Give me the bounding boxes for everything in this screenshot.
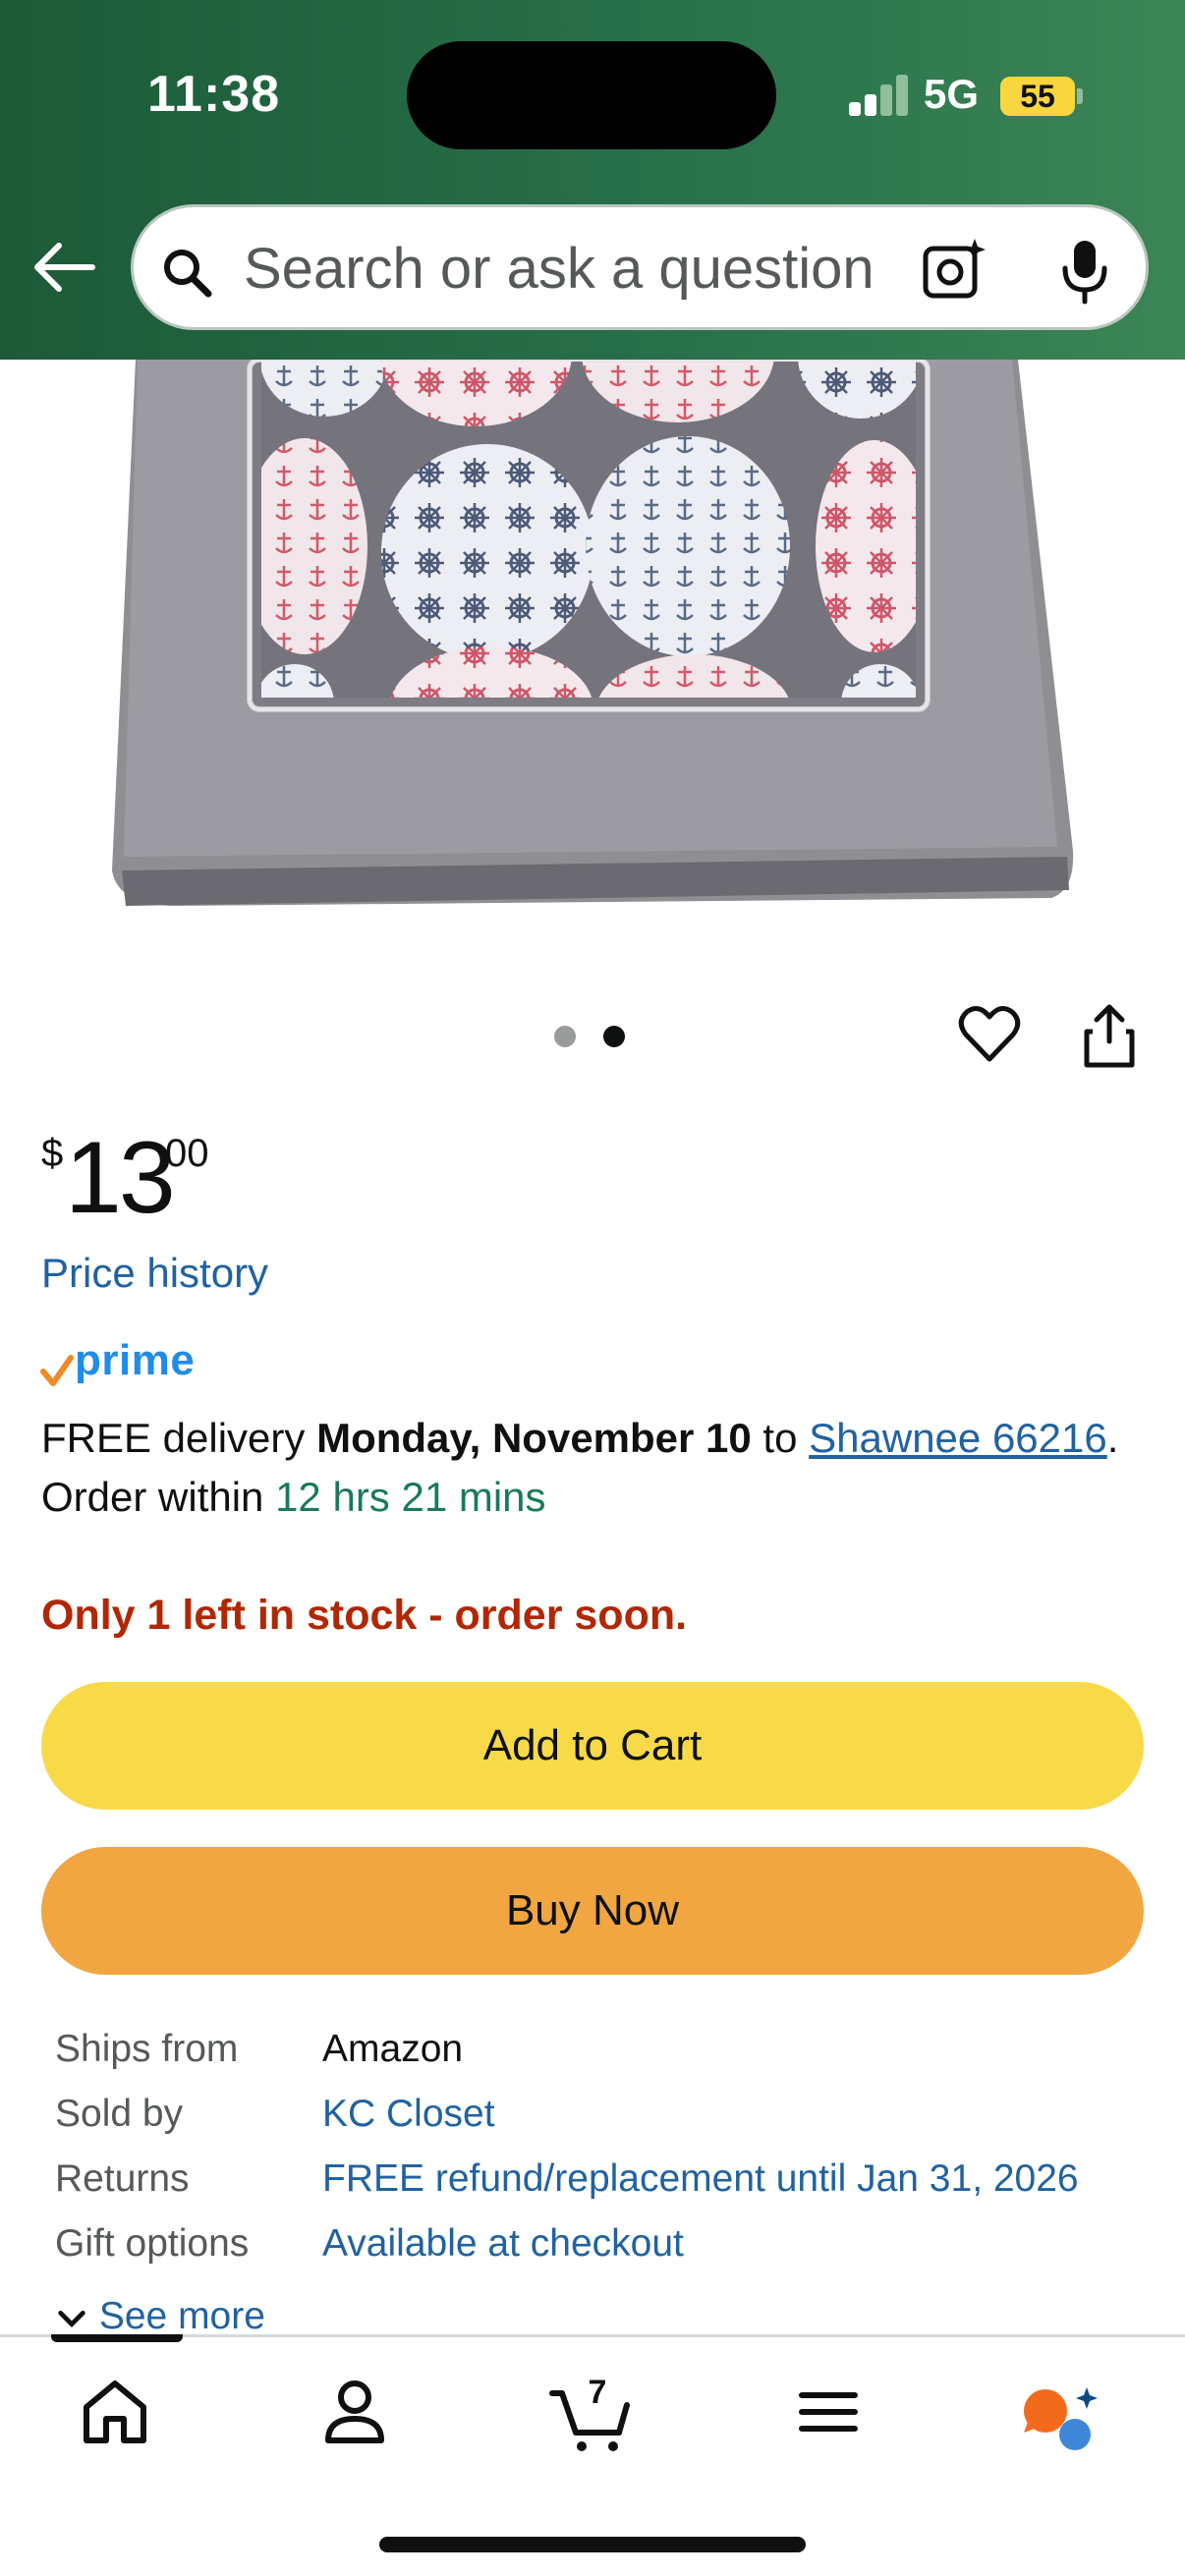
detail-label: Ships from bbox=[55, 2028, 239, 2070]
status-time: 11:38 bbox=[147, 66, 281, 123]
search-icon bbox=[159, 245, 214, 300]
camera-sparkle-icon[interactable] bbox=[920, 235, 988, 304]
battery-icon: 55 bbox=[1000, 77, 1075, 116]
home-indicator bbox=[379, 2537, 806, 2552]
detail-label: Returns bbox=[55, 2157, 190, 2200]
pagination-dot-1[interactable] bbox=[554, 1026, 576, 1047]
rufus-icon[interactable] bbox=[1016, 2368, 1104, 2456]
add-to-cart-button[interactable]: Add to Cart bbox=[41, 1682, 1144, 1810]
battery-cap bbox=[1077, 88, 1083, 104]
signal-icon bbox=[849, 75, 908, 116]
delivery-prefix: FREE delivery bbox=[41, 1415, 317, 1461]
menu-icon[interactable] bbox=[784, 2368, 873, 2456]
returns-link[interactable]: FREE refund/replacement until Jan 31, 20… bbox=[322, 2157, 1079, 2201]
price-fraction: 00 bbox=[165, 1132, 209, 1175]
cart-count: 7 bbox=[589, 2374, 607, 2411]
see-more-link[interactable]: See more bbox=[55, 2295, 265, 2334]
delivery-location-link[interactable]: Shawnee 66216 bbox=[809, 1415, 1107, 1461]
cart-icon[interactable]: 7 bbox=[546, 2368, 635, 2456]
see-more-label: See more bbox=[98, 2295, 265, 2334]
price-currency: $ bbox=[41, 1132, 64, 1175]
detail-label: Sold by bbox=[55, 2093, 184, 2135]
search-bar[interactable] bbox=[131, 204, 1149, 330]
detail-value: Amazon bbox=[322, 2028, 464, 2070]
stock-warning: Only 1 left in stock - order soon. bbox=[41, 1592, 688, 1639]
delivery-to: to bbox=[751, 1415, 810, 1461]
seller-link[interactable]: KC Closet bbox=[322, 2093, 495, 2136]
heart-icon[interactable] bbox=[957, 1002, 1022, 1067]
dynamic-island bbox=[407, 41, 776, 149]
pagination-dot-2[interactable] bbox=[603, 1026, 625, 1047]
account-icon[interactable] bbox=[310, 2368, 399, 2456]
price-history-link[interactable]: Price history bbox=[41, 1250, 268, 1297]
microphone-icon[interactable] bbox=[1057, 237, 1112, 306]
gift-options-link[interactable]: Available at checkout bbox=[322, 2222, 684, 2266]
buy-now-button[interactable]: Buy Now bbox=[41, 1847, 1144, 1975]
order-countdown: 12 hrs 21 mins bbox=[275, 1474, 546, 1520]
active-tab-indicator bbox=[51, 2334, 183, 2342]
chevron-down-icon bbox=[58, 2310, 85, 2327]
network-label: 5G bbox=[924, 71, 980, 117]
detail-label: Gift options bbox=[55, 2222, 250, 2265]
share-icon[interactable] bbox=[1079, 1002, 1140, 1071]
prime-label: prime bbox=[75, 1336, 196, 1384]
delivery-message: FREE delivery Monday, November 10 to Sha… bbox=[41, 1409, 1142, 1527]
product-image[interactable] bbox=[0, 360, 1185, 920]
top-header: 11:38 5G 55 bbox=[0, 0, 1185, 360]
delivery-date: Monday, November 10 bbox=[316, 1415, 752, 1461]
home-icon[interactable] bbox=[71, 2368, 159, 2456]
arrow-left-icon[interactable] bbox=[29, 232, 100, 303]
prime-check-icon bbox=[40, 1355, 74, 1386]
price-whole: 13 bbox=[65, 1121, 176, 1235]
